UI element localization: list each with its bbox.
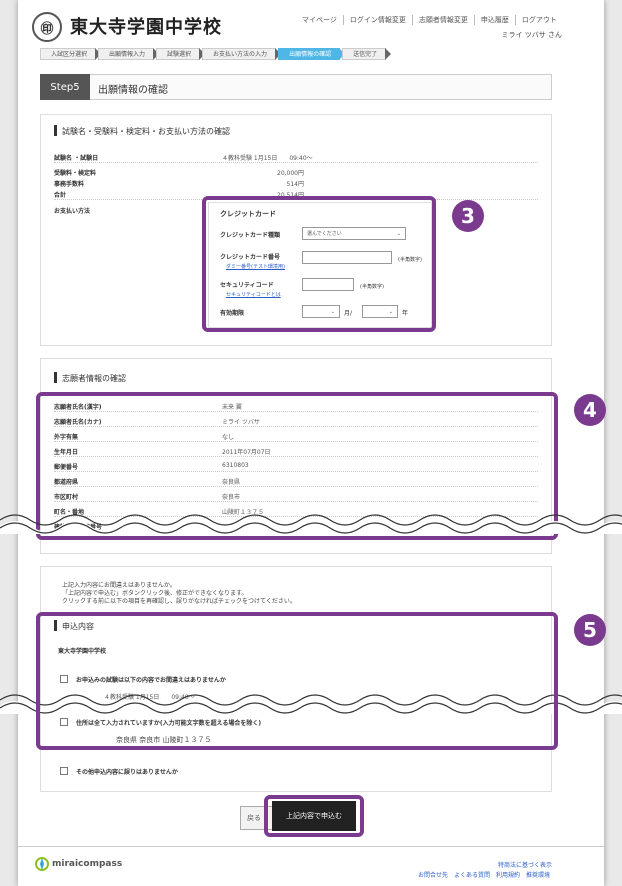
fee-row: 受験料・検定料 20,000円 xyxy=(54,170,304,177)
footer-contact-link[interactable]: お問合せ先 xyxy=(418,870,448,879)
footer-faq-link[interactable]: よくある質問 xyxy=(454,870,490,879)
footer-links: お問合せ先 よくある質問 利用規約 推奨環境 xyxy=(418,870,550,879)
school-logo: ㊞ xyxy=(32,12,62,42)
highlight-5 xyxy=(36,612,558,750)
footer-divider xyxy=(18,846,604,847)
step-3: 試験選択 xyxy=(156,48,206,60)
nav-mypage[interactable]: マイページ xyxy=(296,15,343,25)
applicant-section-title: 志願者情報の確認 xyxy=(62,374,126,383)
section-marker xyxy=(54,125,57,136)
handling-fee-row: 事務手数料 514円 xyxy=(54,181,304,188)
footer-terms-link[interactable]: 利用規約 xyxy=(496,870,520,879)
top-nav: マイページ ログイン情報変更 志願者情報変更 申込履歴 ログアウト xyxy=(296,15,563,25)
step-5-current: 出願情報の確認 xyxy=(278,48,346,60)
highlight-3 xyxy=(202,196,436,332)
section-marker xyxy=(54,372,57,383)
nav-logout[interactable]: ログアウト xyxy=(514,15,563,25)
user-name: ミライ ツバサ さん xyxy=(501,31,562,39)
nav-history[interactable]: 申込履歴 xyxy=(473,15,515,25)
footer-law-link[interactable]: 特商法に基づく表示 xyxy=(498,860,552,869)
page-break-wave xyxy=(0,514,622,534)
school-name: 東大寺学園中学校 xyxy=(70,17,222,38)
submit-button[interactable]: 上記内容で申込む xyxy=(272,801,356,831)
confirm-other-label: その他申込内容に誤りはありませんか xyxy=(76,769,178,776)
exam-section-title: 試験名・受験料・検定料・お支払い方法の確認 xyxy=(62,127,230,136)
badge-4: 4 xyxy=(574,394,606,426)
notice-text: 上記入力内容にお間違えはありませんか。 「上記内容で申込む」ボタンクリック後、修… xyxy=(62,582,296,605)
nav-login-change[interactable]: ログイン情報変更 xyxy=(342,15,412,25)
badge-3: 3 xyxy=(452,200,484,232)
step-1: 入試区分選択 xyxy=(40,48,102,60)
footer-env-link[interactable]: 推奨環境 xyxy=(526,870,550,879)
step-breadcrumb: 入試区分選択 出願情報入力 試験選択 お支払い方法の入力 出願情報の確認 送信完… xyxy=(40,48,392,60)
confirm-other-checkbox[interactable] xyxy=(60,767,68,775)
step-label: Step5 xyxy=(40,74,90,100)
nav-applicant-change[interactable]: 志願者情報変更 xyxy=(411,15,474,25)
step-2: 出願情報入力 xyxy=(98,48,160,60)
badge-5: 5 xyxy=(574,614,606,646)
miraicompass-logo-icon xyxy=(35,857,49,871)
footer-brand: miraicompass xyxy=(52,859,123,869)
page-title: 出願情報の確認 xyxy=(98,85,168,96)
exam-row: 試験名 ・試験日 ４教科受験 1月15日 09:40～ xyxy=(54,152,538,163)
step-6: 送信完了 xyxy=(342,48,392,60)
step-4: お支払い方法の入力 xyxy=(202,48,282,60)
